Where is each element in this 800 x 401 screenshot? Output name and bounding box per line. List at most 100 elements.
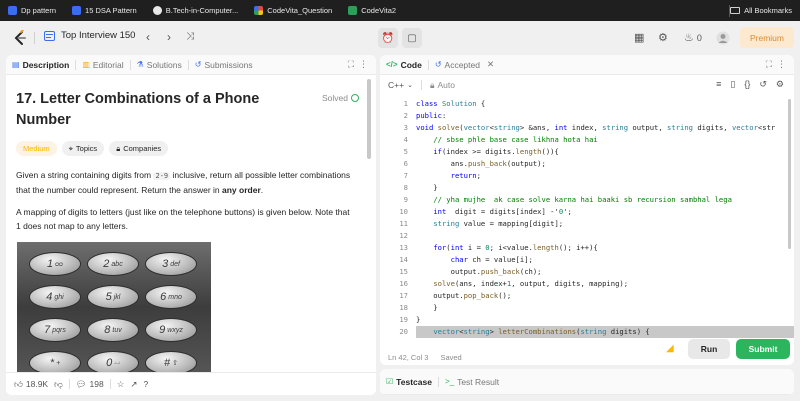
- console-toggle-icon[interactable]: ◢: [666, 343, 674, 354]
- like-button[interactable]: 👍︎ 18.9K: [14, 379, 48, 390]
- prev-problem-icon[interactable]: ‹: [146, 30, 150, 44]
- list-icon[interactable]: ≡: [716, 79, 721, 90]
- keypad-key: 4 ghi: [29, 285, 81, 309]
- tab-testcase[interactable]: ☑ Testcase: [380, 369, 438, 395]
- premium-button[interactable]: Premium: [740, 27, 794, 48]
- description-panel: ▤ Description ▥ Editorial ⚗ Solutions ↺ Subm…: [6, 55, 376, 395]
- braces-icon[interactable]: {}: [744, 79, 750, 90]
- streak-counter[interactable]: ♨ 0: [684, 31, 702, 44]
- star-icon: ☆: [116, 378, 125, 389]
- keypad-key: 0 ⌴: [87, 351, 139, 372]
- code-line: class Solution {: [416, 99, 486, 108]
- star-button[interactable]: ☆: [117, 379, 125, 390]
- dislike-button[interactable]: 👎︎: [54, 379, 63, 390]
- code-line: // yha mujhe ak case solve karna hai baa…: [433, 195, 732, 204]
- key-number: 4: [46, 291, 53, 303]
- solved-status: Solved: [322, 93, 359, 103]
- reset-icon[interactable]: ↺: [759, 79, 767, 90]
- close-icon[interactable]: ✕: [487, 59, 494, 70]
- language-select[interactable]: C++ ⌄: [388, 80, 413, 90]
- key-number: 1: [47, 258, 54, 270]
- more-icon[interactable]: ⋮: [777, 59, 786, 70]
- all-bookmarks[interactable]: All Bookmarks: [730, 0, 792, 21]
- gear-icon[interactable]: ⚙: [658, 31, 668, 44]
- tab-submissions[interactable]: ↺ Submissions: [189, 55, 259, 75]
- question-icon: ?: [143, 379, 149, 389]
- expand-icon[interactable]: ⛶: [766, 59, 772, 70]
- line-number: 3: [403, 123, 408, 132]
- line-number: 17: [399, 291, 408, 300]
- tab-description[interactable]: ▤ Description: [6, 55, 75, 75]
- auto-mode-toggle[interactable]: 🔒︎ Auto: [430, 80, 455, 91]
- problem-list-button[interactable]: Top Interview 150: [44, 30, 135, 41]
- top-nav: Top Interview 150 ‹ › ⤨ ⏰ ▢ ▦ ⚙ ♨ 0 Premi…: [0, 21, 800, 55]
- nav-divider: [34, 32, 35, 44]
- companies-badge[interactable]: 🔒︎ Companies: [109, 141, 169, 156]
- tab-test-result[interactable]: >_ Test Result: [439, 369, 505, 395]
- tab-code[interactable]: </> Code: [380, 55, 428, 75]
- line-number: 13: [399, 243, 408, 252]
- editor-toolbar: C++ ⌄ 🔒︎ Auto ≡ ▯ {} ↺ ⚙: [380, 75, 794, 95]
- chevron-down-icon: ⌄: [407, 82, 413, 89]
- check-circle-icon: [351, 94, 359, 102]
- line-number: 18: [399, 303, 408, 312]
- keypad-key: * +: [29, 351, 81, 372]
- notes-button[interactable]: ▢: [402, 28, 422, 48]
- expand-icon[interactable]: ⛶: [348, 59, 354, 70]
- code-line: }: [416, 303, 438, 312]
- key-number: 3: [162, 258, 169, 270]
- history-icon: ↺: [194, 60, 202, 69]
- tag-icon: ⌖: [68, 143, 73, 153]
- key-number: 7: [44, 324, 51, 336]
- key-letters: mno: [168, 293, 182, 301]
- line-number: 15: [399, 267, 408, 276]
- line-number: 20: [399, 327, 408, 336]
- tab-accepted[interactable]: ↺ Accepted ✕: [429, 55, 500, 75]
- bookmark-btech[interactable]: B.Tech-in-Computer...: [152, 6, 238, 15]
- bookmark-icon[interactable]: ▯: [730, 79, 735, 90]
- telephone-keypad-image: 1 ᴑᴑ 2 abc 3 def 4 ghi 5 jkl 6 mno 7 pqrs 8 tuv 9 wxyz * +0…: [17, 242, 211, 372]
- timer-button[interactable]: ⏰: [378, 28, 398, 48]
- code-line: return;: [450, 171, 481, 180]
- key-letters: pqrs: [52, 326, 66, 334]
- bookmark-codevita-question[interactable]: CodeVita_Question: [254, 6, 332, 15]
- flame-icon: ♨: [684, 32, 694, 44]
- tab-solutions[interactable]: ⚗ Solutions: [131, 55, 188, 75]
- key-number: 2: [103, 258, 110, 270]
- avatar[interactable]: [716, 31, 730, 48]
- leetcode-logo-icon[interactable]: [12, 30, 28, 46]
- layout-grid-icon[interactable]: ▦: [634, 31, 644, 44]
- run-button[interactable]: Run: [688, 339, 730, 359]
- help-button[interactable]: ?: [143, 379, 148, 389]
- code-editor[interactable]: 1 2 3 4 5 6 7 8 9 10 11 12 13 14 15 16 17 18 19 20 class So…: [380, 95, 794, 365]
- share-button[interactable]: ↗: [130, 379, 137, 390]
- topics-badge[interactable]: ⌖ Topics: [61, 141, 105, 156]
- description-scrollbar[interactable]: [367, 79, 371, 159]
- problem-list-icon: [44, 30, 55, 41]
- code-content[interactable]: class Solution {public: void solve(vector…: [416, 95, 794, 338]
- comments-button[interactable]: 💬︎ 198: [76, 379, 104, 390]
- history-icon: ↺: [434, 60, 442, 69]
- description-footer: 👍︎ 18.9K 👎︎ 💬︎ 198 ☆ ↗ ?: [6, 372, 376, 395]
- key-letters: def: [170, 260, 180, 268]
- shuffle-icon[interactable]: ⤨: [186, 30, 194, 44]
- editor-scrollbar[interactable]: [788, 99, 791, 249]
- next-problem-icon[interactable]: ›: [167, 30, 171, 44]
- keypad-key: 6 mno: [145, 285, 197, 309]
- more-icon[interactable]: ⋮: [359, 59, 368, 70]
- key-letters: jkl: [113, 293, 121, 301]
- line-number: 6: [403, 159, 408, 168]
- code-line: if(index >= digits.length()){: [433, 147, 559, 156]
- tab-editorial[interactable]: ▥ Editorial: [76, 55, 129, 75]
- key-letters: tuv: [112, 326, 122, 334]
- flask-icon: ⚗: [136, 60, 144, 69]
- bookmark-dp-pattern[interactable]: Dp pattern: [8, 6, 56, 15]
- submit-button[interactable]: Submit: [736, 339, 790, 359]
- bookmark-dsa-pattern[interactable]: 15 DSA Pattern: [72, 6, 137, 15]
- keypad-key: 1 ᴑᴑ: [29, 252, 81, 276]
- lock-icon: 🔒︎: [116, 143, 121, 153]
- line-number: 11: [399, 219, 408, 228]
- bookmarks-bar: Dp pattern 15 DSA Pattern B.Tech-in-Comp…: [0, 0, 800, 21]
- bookmark-codevita2[interactable]: CodeVita2: [348, 6, 396, 15]
- settings-icon[interactable]: ⚙: [776, 79, 784, 90]
